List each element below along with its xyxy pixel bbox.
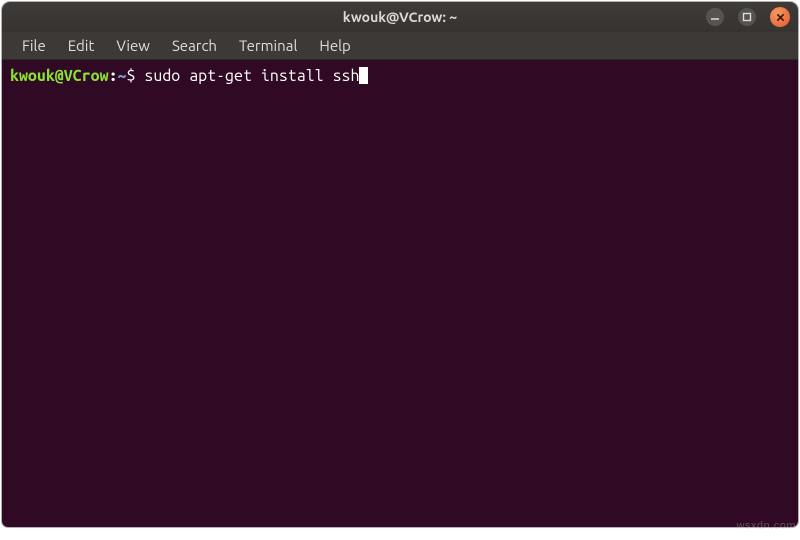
menu-edit[interactable]: Edit: [58, 35, 105, 56]
close-button[interactable]: [770, 7, 790, 27]
minimize-icon: [710, 12, 720, 22]
prompt-userhost: kwouk@VCrow: [10, 67, 109, 85]
terminal-body[interactable]: kwouk@VCrow:~$ sudo apt-get install ssh: [2, 60, 798, 527]
prompt-path: ~: [118, 67, 127, 85]
window-title: kwouk@VCrow: ~: [2, 9, 798, 25]
close-icon: [776, 13, 785, 22]
watermark: wsxdn.com: [736, 520, 796, 532]
command-text: sudo apt-get install ssh: [144, 67, 359, 85]
menu-terminal[interactable]: Terminal: [229, 35, 307, 56]
maximize-icon: [742, 12, 752, 22]
minimize-button[interactable]: [706, 8, 724, 26]
menu-view[interactable]: View: [106, 35, 160, 56]
prompt-line: kwouk@VCrow:~$ sudo apt-get install ssh: [10, 66, 790, 86]
window-controls: [706, 2, 790, 32]
menu-file[interactable]: File: [12, 35, 56, 56]
maximize-button[interactable]: [738, 8, 756, 26]
terminal-window: kwouk@VCrow: ~ File Edit View Search Ter…: [2, 2, 798, 527]
cursor: [359, 67, 368, 84]
prompt-colon: :: [109, 67, 118, 85]
menu-search[interactable]: Search: [162, 35, 227, 56]
titlebar[interactable]: kwouk@VCrow: ~: [2, 2, 798, 32]
menubar: File Edit View Search Terminal Help: [2, 32, 798, 60]
menu-help[interactable]: Help: [309, 35, 360, 56]
prompt-symbol: $: [127, 67, 145, 85]
